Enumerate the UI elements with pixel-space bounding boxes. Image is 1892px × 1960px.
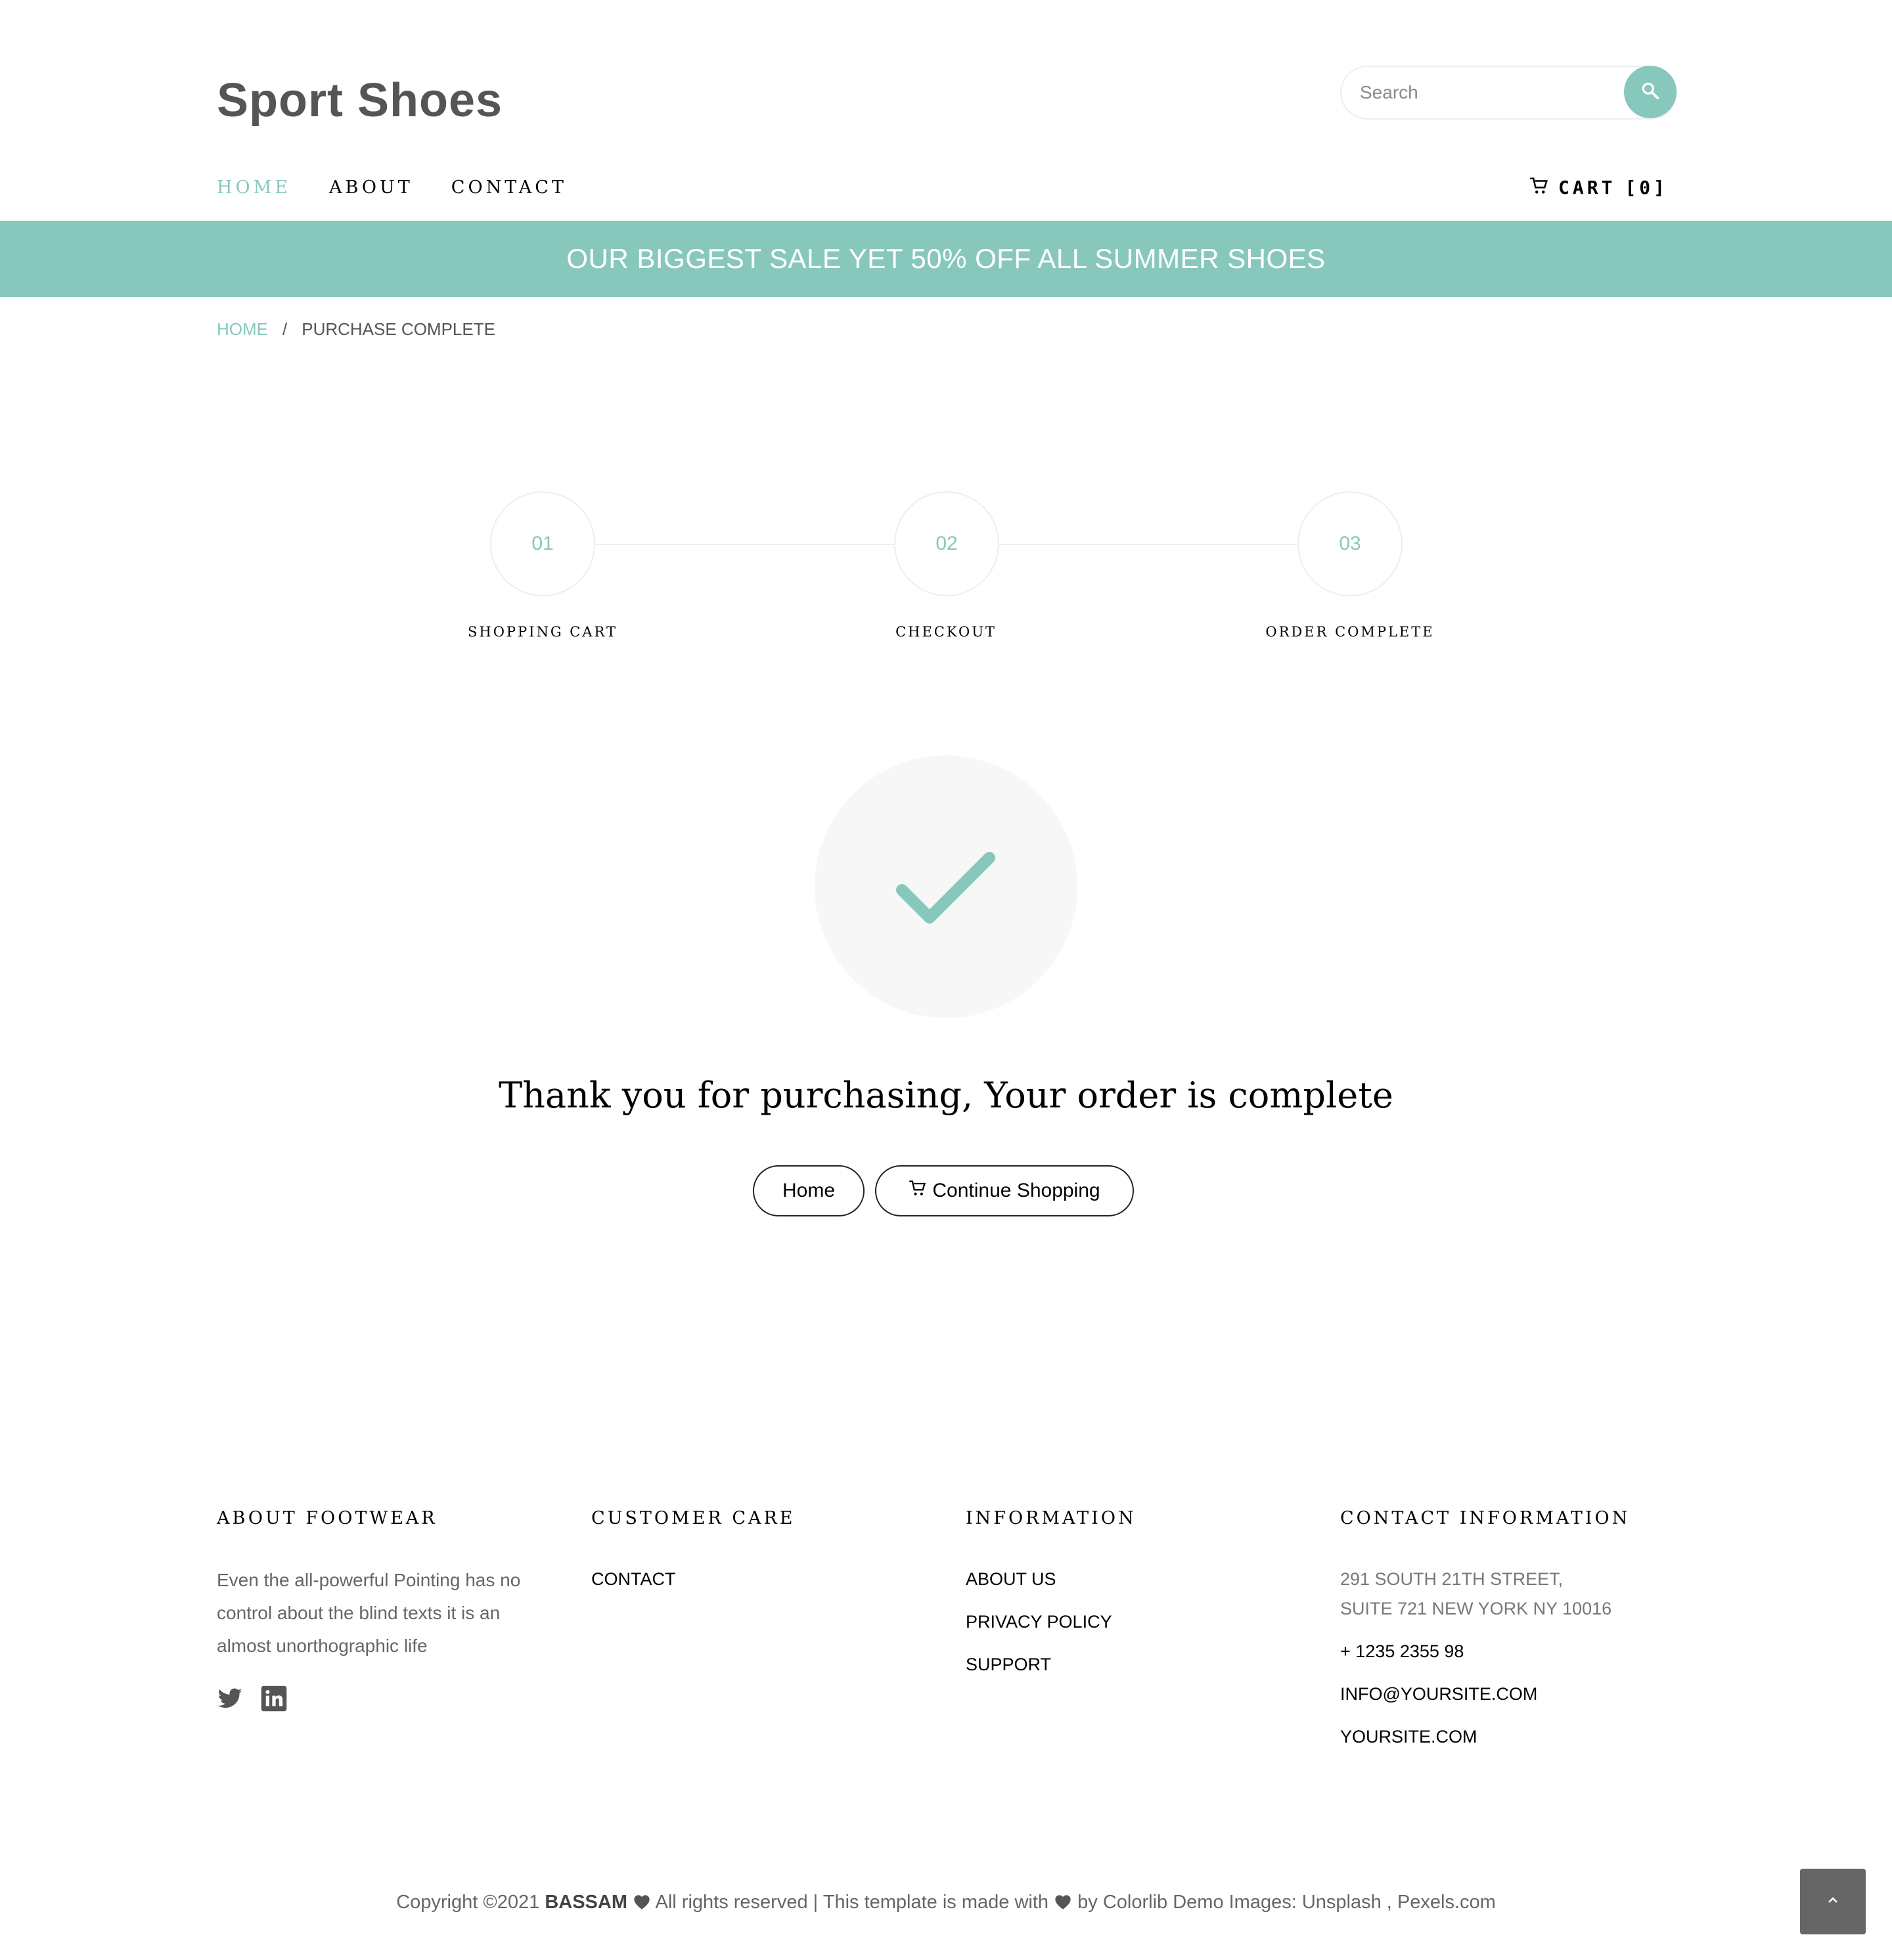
step-2-circle: 02 xyxy=(894,491,999,596)
step-2-number: 02 xyxy=(935,533,958,554)
nav-contact[interactable]: CONTACT xyxy=(451,177,567,198)
step-3-label: ORDER COMPLETE xyxy=(1265,624,1435,640)
sale-banner-text: OUR BIGGEST SALE YET 50% OFF ALL SUMMER … xyxy=(566,243,1326,274)
step-1-label: SHOPPING CART xyxy=(468,624,618,640)
footer-address-line2: SUITE 721 NEW YORK NY 10016 xyxy=(1340,1599,1612,1618)
footer-link-about-us[interactable]: ABOUT US xyxy=(966,1569,1294,1590)
search-icon xyxy=(1640,81,1660,104)
copyright-owner: BASSAM xyxy=(545,1892,627,1913)
cart-link[interactable]: CART [0] xyxy=(1529,176,1668,199)
linkedin-icon[interactable] xyxy=(260,1685,288,1716)
breadcrumb-home[interactable]: HOME xyxy=(217,319,268,340)
heart-icon xyxy=(1054,1892,1072,1913)
back-to-top-button[interactable] xyxy=(1800,1869,1866,1934)
step-1-number: 01 xyxy=(531,533,554,554)
cart-icon xyxy=(909,1179,927,1203)
cart-count: [0] xyxy=(1625,177,1669,198)
search-input[interactable] xyxy=(1360,76,1610,109)
footer-address-line1: 291 SOUTH 21TH STREET, xyxy=(1340,1569,1564,1589)
step-connector xyxy=(999,544,1298,545)
continue-shopping-button[interactable]: Continue Shopping xyxy=(875,1165,1134,1216)
copyright-suffix: by Colorlib Demo Images: Unsplash , Pexe… xyxy=(1077,1892,1496,1913)
footer-link-privacy-policy[interactable]: PRIVACY POLICY xyxy=(966,1612,1294,1632)
breadcrumb-current: PURCHASE COMPLETE xyxy=(302,319,495,339)
cart-label: CART xyxy=(1558,177,1616,198)
search-button[interactable] xyxy=(1624,66,1677,118)
footer-link-contact[interactable]: CONTACT xyxy=(591,1569,920,1590)
footer-information-heading: INFORMATION xyxy=(966,1508,1137,1528)
success-badge xyxy=(815,755,1077,1018)
footer-website[interactable]: YOURSITE.COM xyxy=(1340,1727,1708,1747)
home-button[interactable]: Home xyxy=(753,1165,865,1216)
footer-customer-care: CUSTOMER CARE CONTACT xyxy=(591,1508,920,1590)
breadcrumb-separator: / xyxy=(282,319,288,339)
home-button-label: Home xyxy=(782,1180,836,1201)
copyright: Copyright ©2021 BASSAM All rights reserv… xyxy=(0,1892,1892,1913)
footer-contact: CONTACT INFORMATION 291 SOUTH 21TH STREE… xyxy=(1340,1508,1708,1747)
twitter-icon[interactable] xyxy=(217,1685,243,1716)
site-logo[interactable]: Sport Shoes xyxy=(217,74,503,127)
footer-phone[interactable]: + 1235 2355 98 xyxy=(1340,1641,1708,1662)
footer-email[interactable]: INFO@YOURSITE.COM xyxy=(1340,1684,1708,1704)
step-3-circle: 03 xyxy=(1297,491,1403,596)
copyright-prefix: Copyright ©2021 xyxy=(396,1892,540,1913)
order-complete-message: Thank you for purchasing, Your order is … xyxy=(499,1075,1393,1116)
continue-shopping-label: Continue Shopping xyxy=(932,1180,1100,1201)
footer-about: ABOUT FOOTWEAR Even the all-powerful Poi… xyxy=(217,1508,545,1716)
cart-icon xyxy=(1529,176,1549,199)
footer-link-support[interactable]: SUPPORT xyxy=(966,1655,1294,1675)
footer-information: INFORMATION ABOUT US PRIVACY POLICY SUPP… xyxy=(966,1508,1294,1675)
step-1-circle: 01 xyxy=(490,491,595,596)
heart-icon xyxy=(633,1892,651,1913)
main-nav: HOME ABOUT CONTACT xyxy=(217,177,567,198)
step-2-label: CHECKOUT xyxy=(895,624,997,640)
breadcrumb: HOME / PURCHASE COMPLETE xyxy=(217,319,495,340)
sale-banner: OUR BIGGEST SALE YET 50% OFF ALL SUMMER … xyxy=(0,221,1892,297)
nav-home[interactable]: HOME xyxy=(217,177,291,198)
footer-about-heading: ABOUT FOOTWEAR xyxy=(217,1508,438,1528)
footer-customer-care-heading: CUSTOMER CARE xyxy=(591,1508,796,1528)
step-3-number: 03 xyxy=(1339,533,1361,554)
copyright-middle: All rights reserved | This template is m… xyxy=(655,1892,1049,1913)
nav-about[interactable]: ABOUT xyxy=(329,177,413,198)
footer-about-text: Even the all-powerful Pointing has no co… xyxy=(217,1570,521,1656)
chevron-up-icon xyxy=(1825,1892,1841,1911)
checkmark-icon xyxy=(896,852,995,924)
footer-contact-heading: CONTACT INFORMATION xyxy=(1340,1508,1631,1528)
step-connector xyxy=(595,544,895,545)
social-links xyxy=(217,1685,545,1716)
